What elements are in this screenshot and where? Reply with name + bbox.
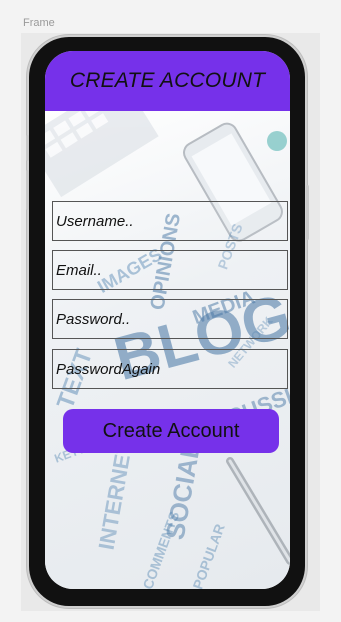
- username-placeholder: Username..: [56, 212, 134, 230]
- phone-side-button: [26, 135, 29, 161]
- password-again-field[interactable]: PasswordAgain: [52, 349, 288, 389]
- app-screen: CREATE ACCOUNT BLOG OPINIONS IMAGES MEDI…: [45, 51, 290, 589]
- password-field[interactable]: Password..: [52, 299, 288, 339]
- svg-text:POPULAR: POPULAR: [189, 522, 227, 589]
- svg-text:INTERNET: INTERNET: [94, 438, 138, 551]
- password-placeholder: Password..: [56, 310, 131, 328]
- email-field[interactable]: Email..: [52, 250, 288, 290]
- svg-text:COMMENTS: COMMENTS: [139, 509, 182, 589]
- email-placeholder: Email..: [56, 261, 102, 279]
- header-bar: CREATE ACCOUNT: [45, 51, 290, 111]
- frame-label: Frame: [23, 17, 55, 29]
- background-image: BLOG OPINIONS IMAGES MEDIA DISCUSSIONS T…: [45, 111, 290, 589]
- password-again-placeholder: PasswordAgain: [56, 360, 161, 378]
- username-field[interactable]: Username..: [52, 201, 288, 241]
- page-title: CREATE ACCOUNT: [69, 69, 266, 92]
- phone-side-button: [26, 170, 29, 210]
- create-account-button[interactable]: Create Account: [63, 409, 279, 453]
- phone-side-button: [306, 185, 309, 240]
